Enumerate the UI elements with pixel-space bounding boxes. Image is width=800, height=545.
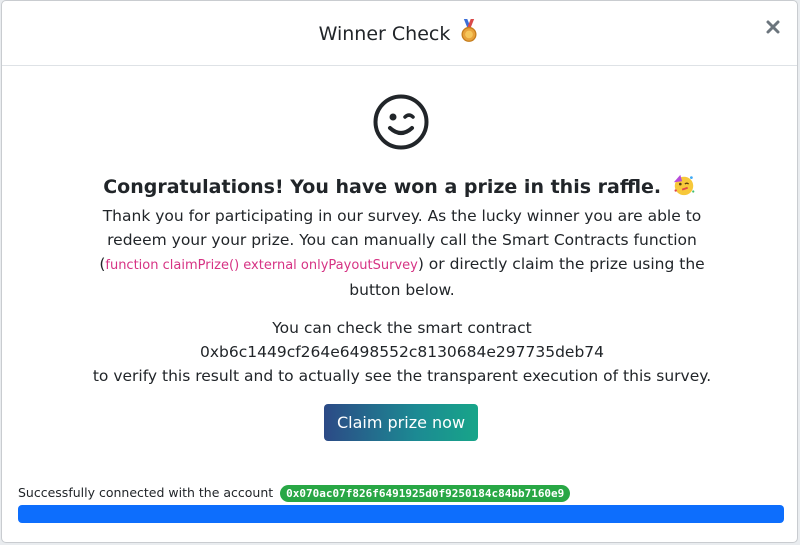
claim-prize-button[interactable]: Claim prize now (324, 404, 478, 441)
progress-bar (18, 505, 784, 523)
medal-icon (461, 19, 477, 42)
connection-status: Successfully connected with the account … (18, 485, 571, 502)
partying-face-icon (673, 174, 695, 196)
modal-title-text: Winner Check (318, 23, 451, 45)
check-contract-text: You can check the smart contract (272, 319, 532, 337)
congratulations-heading: Congratulations! You have won a prize in… (2, 173, 797, 198)
contract-paragraph: You can check the smart contract 0xb6c14… (82, 316, 722, 388)
contract-address[interactable]: 0xb6c1449cf264e6498552c8130684e297735deb… (82, 340, 722, 364)
progress-bar-fill (18, 505, 784, 523)
verify-text: to verify this result and to actually se… (92, 367, 712, 385)
function-signature: function claimPrize() external onlyPayou… (105, 258, 418, 273)
headline-text: Congratulations! You have won a prize in… (103, 176, 662, 198)
connection-status-text: Successfully connected with the account (18, 485, 274, 500)
modal-title: Winner Check (2, 19, 797, 45)
winking-face-icon (373, 94, 429, 150)
account-badge: 0x070ac07f826f6491925d0f9250184c84bb7160… (280, 485, 571, 502)
close-icon[interactable] (765, 19, 781, 35)
modal-header: Winner Check (2, 1, 797, 66)
instructions-paragraph: Thank you for participating in our surve… (82, 204, 722, 302)
winner-check-modal: Winner Check Congratulations! You have w… (1, 0, 798, 543)
modal-body: Congratulations! You have won a prize in… (2, 65, 797, 542)
